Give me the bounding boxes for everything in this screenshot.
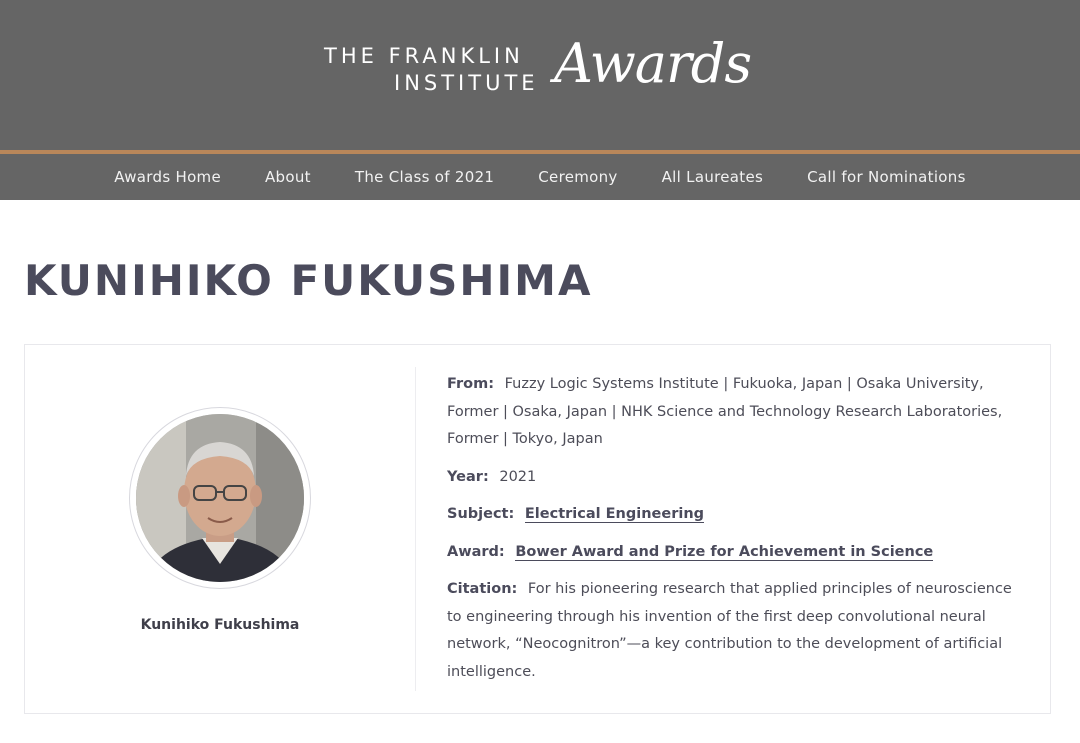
- nav-call-for-nominations[interactable]: Call for Nominations: [807, 168, 966, 186]
- nav-class-of-2021[interactable]: The Class of 2021: [355, 168, 494, 186]
- year-label: Year:: [447, 468, 489, 485]
- nav-all-laureates[interactable]: All Laureates: [662, 168, 764, 186]
- subject-label: Subject:: [447, 506, 515, 522]
- site-header: THE FRANKLIN INSTITUTE Awards: [0, 0, 1080, 150]
- portrait-caption: Kunihiko Fukushima: [140, 617, 300, 633]
- subject-link[interactable]: Electrical Engineering: [524, 506, 705, 523]
- from-label: From:: [447, 376, 494, 392]
- citation-value: For his pioneering research that applied…: [447, 581, 1012, 680]
- from-row: From: Fuzzy Logic Systems Institute | Fu…: [447, 371, 1027, 454]
- page-title: KUNIHIKO FUKUSHIMA: [24, 256, 593, 305]
- logo-script: Awards: [554, 32, 752, 95]
- from-value: Fuzzy Logic Systems Institute | Fukuoka,…: [447, 376, 1003, 447]
- main-nav: Awards Home About The Class of 2021 Cere…: [0, 154, 1080, 200]
- column-divider: [415, 367, 416, 691]
- logo-line-2: INSTITUTE: [394, 71, 539, 95]
- award-row: Award: Bower Award and Prize for Achieve…: [447, 539, 1027, 567]
- photo-column: Kunihiko Fukushima: [25, 345, 415, 713]
- nav-ceremony[interactable]: Ceremony: [538, 168, 617, 186]
- nav-awards-home[interactable]: Awards Home: [114, 168, 221, 186]
- laureate-card: Kunihiko Fukushima From: Fuzzy Logic Sys…: [24, 344, 1051, 714]
- laureate-details: From: Fuzzy Logic Systems Institute | Fu…: [447, 371, 1027, 696]
- year-row: Year: 2021: [447, 464, 1027, 492]
- citation-row: Citation: For his pioneering research th…: [447, 576, 1027, 686]
- subject-row: Subject: Electrical Engineering: [447, 501, 1027, 529]
- portrait-frame: [129, 407, 311, 589]
- portrait-illustration: [136, 414, 304, 582]
- year-value: 2021: [499, 468, 537, 485]
- award-link[interactable]: Bower Award and Prize for Achievement in…: [515, 543, 934, 561]
- laureate-portrait: [136, 414, 304, 582]
- nav-about[interactable]: About: [265, 168, 311, 186]
- logo-line-1: THE FRANKLIN: [324, 44, 524, 68]
- citation-label: Citation:: [447, 581, 518, 597]
- award-label: Award:: [447, 543, 505, 560]
